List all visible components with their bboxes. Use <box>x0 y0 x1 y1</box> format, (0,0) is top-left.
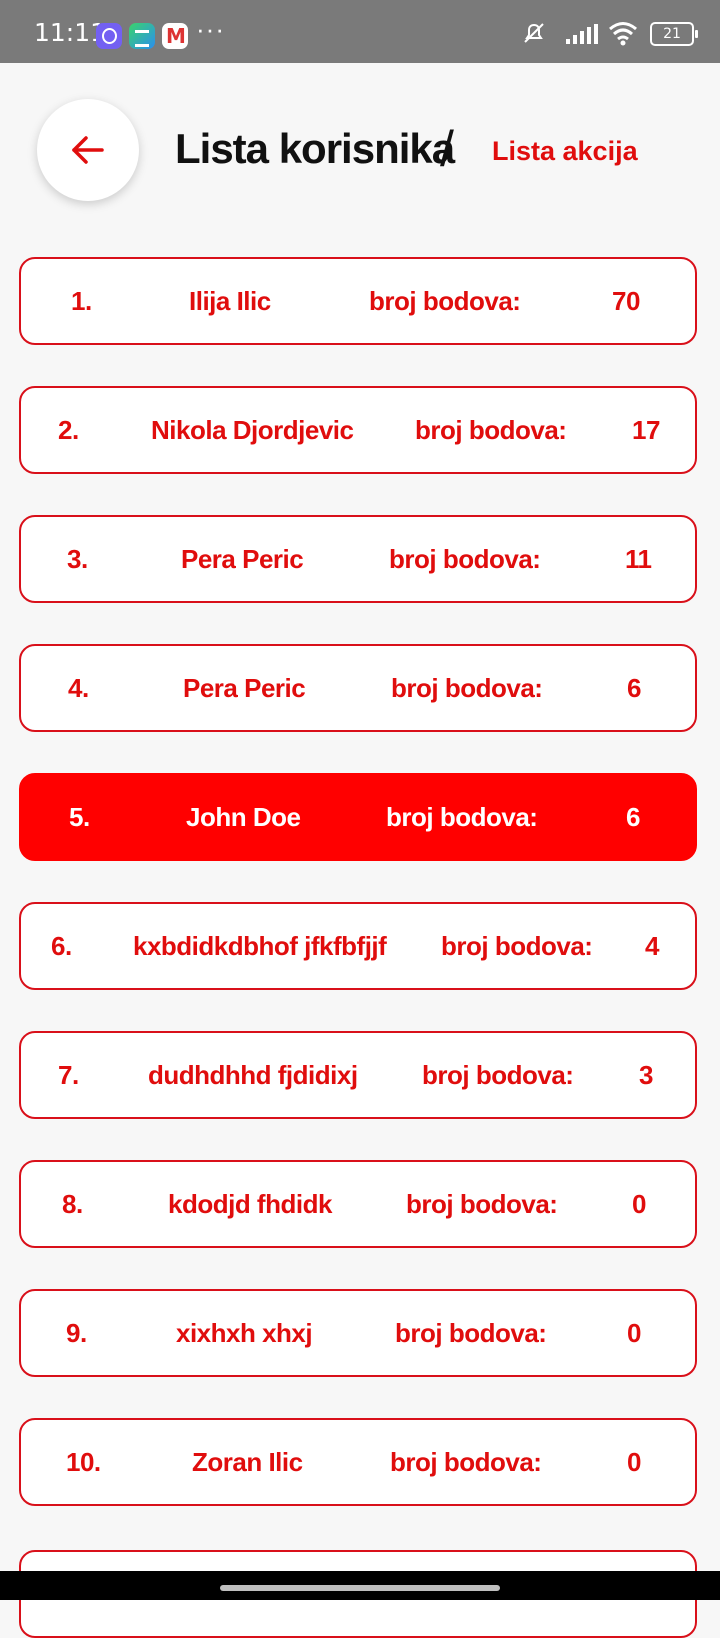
user-name: Pera Peric <box>181 544 304 574</box>
wifi-icon <box>609 22 637 46</box>
user-name: kdodjd fhdidk <box>168 1189 332 1219</box>
rank-label: 7. <box>58 1060 79 1090</box>
user-name: Pera Peric <box>183 673 306 703</box>
points-label: broj bodova: <box>406 1189 558 1219</box>
actions-list-link[interactable]: Lista akcija <box>492 136 638 167</box>
points-label: broj bodova: <box>369 286 521 316</box>
points-value: 3 <box>639 1060 653 1090</box>
user-name: John Doe <box>186 802 301 832</box>
points-value: 0 <box>627 1318 641 1348</box>
user-name: Ilija Ilic <box>189 286 271 316</box>
user-name: Zoran Ilic <box>192 1447 303 1477</box>
back-button[interactable] <box>37 99 139 201</box>
points-label: broj bodova: <box>415 415 567 445</box>
points-label: broj bodova: <box>391 673 543 703</box>
list-item[interactable]: 10. Zoran Ilic broj bodova: 0 <box>19 1418 697 1506</box>
viber-icon <box>96 23 122 49</box>
rank-label: 10. <box>66 1447 101 1477</box>
points-value: 17 <box>632 415 660 445</box>
breadcrumb-separator: / <box>440 121 454 177</box>
points-value: 70 <box>612 286 640 316</box>
signal-icon <box>566 24 598 44</box>
points-value: 0 <box>627 1447 641 1477</box>
points-label: broj bodova: <box>441 931 593 961</box>
rank-label: 8. <box>62 1189 83 1219</box>
mute-icon <box>524 23 544 43</box>
list-item[interactable]: 4. Pera Peric broj bodova: 6 <box>19 644 697 732</box>
points-label: broj bodova: <box>422 1060 574 1090</box>
list-item[interactable]: 7. dudhdhhd fjdidixj broj bodova: 3 <box>19 1031 697 1119</box>
points-label: broj bodova: <box>386 802 538 832</box>
rank-label: 6. <box>51 931 72 961</box>
points-value: 4 <box>645 931 659 961</box>
points-label: broj bodova: <box>389 544 541 574</box>
more-icon: ··· <box>196 14 225 44</box>
status-bar: 11:11 ··· 21 <box>0 0 720 63</box>
list-item[interactable]: 2. Nikola Djordjevic broj bodova: 17 <box>19 386 697 474</box>
battery-icon: 21 <box>650 22 698 46</box>
user-name: xixhxh xhxj <box>176 1318 313 1348</box>
points-label: broj bodova: <box>390 1447 542 1477</box>
rank-label: 3. <box>67 544 88 574</box>
rank-label: 2. <box>58 415 79 445</box>
points-value: 0 <box>632 1189 646 1219</box>
home-gesture-handle[interactable] <box>220 1585 500 1591</box>
list-item[interactable]: 9. xixhxh xhxj broj bodova: 0 <box>19 1289 697 1377</box>
points-label: broj bodova: <box>395 1318 547 1348</box>
points-value: 6 <box>627 673 641 703</box>
list-item[interactable]: 1. Ilija Ilic broj bodova: 70 <box>19 257 697 345</box>
rank-label: 5. <box>69 802 90 832</box>
points-value: 6 <box>626 802 640 832</box>
system-nav-bar <box>0 1571 720 1600</box>
points-value: 11 <box>625 544 652 574</box>
gmail-icon <box>162 23 188 49</box>
rank-label: 1. <box>71 286 92 316</box>
rank-label: 9. <box>66 1318 87 1348</box>
stack-app-icon <box>129 23 155 49</box>
rank-label: 4. <box>68 673 89 703</box>
page-title: Lista korisnika <box>175 125 455 172</box>
list-item[interactable]: 3. Pera Peric broj bodova: 11 <box>19 515 697 603</box>
list-item-current-user[interactable]: 5. John Doe broj bodova: 6 <box>19 773 697 861</box>
list-item[interactable]: 8. kdodjd fhdidk broj bodova: 0 <box>19 1160 697 1248</box>
user-name: dudhdhhd fjdidixj <box>148 1060 358 1090</box>
user-name: Nikola Djordjevic <box>151 415 354 445</box>
arrow-left-icon <box>72 136 104 164</box>
list-item[interactable]: 6. kxbdidkdbhof jfkfbfjjf broj bodova: 4 <box>19 902 697 990</box>
user-name: kxbdidkdbhof jfkfbfjjf <box>133 931 387 961</box>
